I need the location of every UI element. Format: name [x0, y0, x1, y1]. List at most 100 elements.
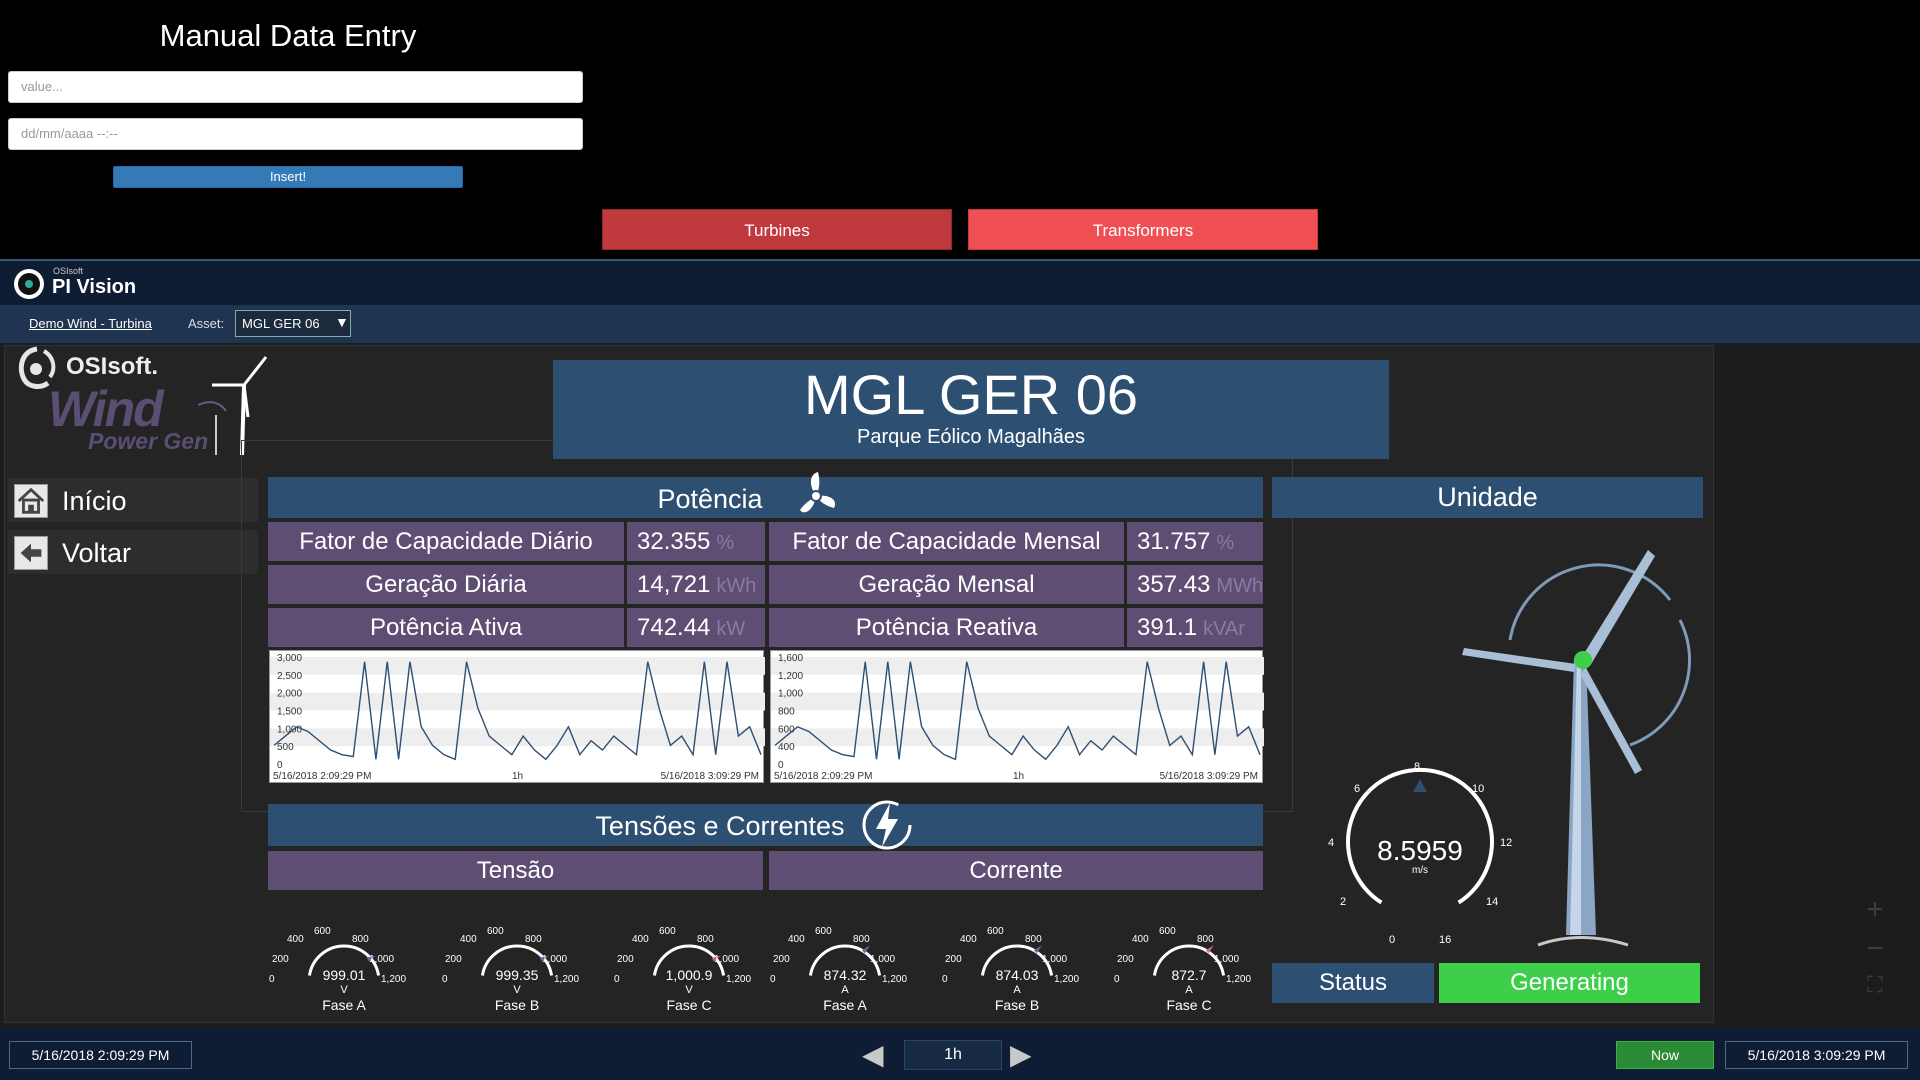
manual-entry-title: Manual Data Entry	[159, 18, 417, 53]
asset-select[interactable]: MGL GER 06	[235, 310, 351, 337]
gauge-tick-label: 1,000	[1042, 954, 1068, 965]
gauge-tick-label: 200	[445, 954, 462, 965]
gauge-tick-label: 400	[1132, 934, 1149, 945]
trend-y-tick: 0	[277, 760, 283, 771]
gauge-tick-label: 400	[788, 934, 805, 945]
trend-end-time: 5/16/2018 3:09:29 PM	[660, 771, 759, 782]
kpi-unit: kVAr	[1203, 618, 1245, 640]
gauge-tick-label: 800	[1025, 934, 1042, 945]
gauge-tick-label: 600	[659, 926, 676, 937]
kpi-unit: kWh	[716, 575, 757, 597]
gauge-value: 874.03	[995, 967, 1039, 983]
zoom-out-icon[interactable]: −	[1860, 932, 1890, 966]
gauge-tick-label: 400	[960, 934, 977, 945]
status-badge: Generating	[1439, 963, 1700, 1003]
gauge-corrente-fase-a[interactable]: 0 200 400 600 800 1,000 1,200 874.32 A Fase A	[770, 910, 920, 1020]
corrente-header: Corrente	[769, 851, 1263, 890]
gauge-tick-label: 1,000	[542, 954, 568, 965]
trend-plot: 1,600 1,200 1,000 800 600 400 0	[771, 653, 1264, 771]
gauge-phase-label: Fase C	[666, 997, 712, 1013]
kpi-label-fator-diario: Fator de Capacidade Diário	[268, 522, 624, 561]
gauge-phase-label: Fase A	[823, 997, 867, 1013]
kpi-number: 14,721	[637, 571, 711, 598]
now-button[interactable]: Now	[1616, 1041, 1714, 1069]
trend-start-time: 5/16/2018 2:09:29 PM	[273, 771, 372, 782]
gauge-phase-label: Fase B	[994, 997, 1040, 1013]
gauge-tick-label: 800	[525, 934, 542, 945]
kpi-number: 357.43	[1137, 571, 1211, 598]
kpi-label-potencia-reativa: Potência Reativa	[769, 608, 1124, 647]
time-forward-arrow-icon[interactable]: ▶	[1010, 1038, 1032, 1071]
trend-end-time: 5/16/2018 3:09:29 PM	[1159, 771, 1258, 782]
insert-button[interactable]: Insert!	[113, 166, 463, 188]
lightning-icon	[862, 800, 912, 850]
trend-y-tick: 2,000	[277, 689, 302, 700]
kpi-unit: MWh	[1216, 575, 1264, 597]
gauge-tick-label: 600	[987, 926, 1004, 937]
wind-tick: 2	[1340, 896, 1347, 908]
kpi-value-fator-mensal: 31.757%	[1127, 522, 1263, 561]
gauge-tick-label: 600	[314, 926, 331, 937]
gauge-value: 874.32	[823, 967, 867, 983]
transformers-button[interactable]: Transformers	[968, 209, 1318, 250]
vendor-label: OSIsoft	[53, 266, 84, 276]
unidade-header: Unidade	[1272, 477, 1703, 518]
gauge-tick-label: 800	[853, 934, 870, 945]
brand-osisoft: OSIsoft.	[66, 353, 159, 380]
gauge-phase-label: Fase C	[1166, 997, 1212, 1013]
gauge-corrente-fase-c[interactable]: 0 200 400 600 800 1,000 1,200 872.7 A Fase C	[1114, 910, 1264, 1020]
end-time-field[interactable]: 5/16/2018 3:09:29 PM	[1725, 1041, 1908, 1069]
gauge-tick-label: 400	[287, 934, 304, 945]
kpi-number: 742.44	[637, 614, 711, 641]
gauge-unit: A	[1013, 984, 1021, 996]
trend-y-tick: 1,000	[277, 724, 302, 735]
status-label: Status	[1272, 963, 1434, 1003]
value-input[interactable]: value...	[8, 71, 583, 103]
gauge-tensao-fase-b[interactable]: 0 200 400 600 800 1,000 1,200 999.35 V Fase B	[442, 910, 592, 1020]
gauge-tensao-fase-a[interactable]: 0 200 400 600 800 1,000 1,200 999.01 V Fase A	[269, 910, 419, 1020]
fit-to-screen-icon[interactable]: ⛶	[1860, 972, 1890, 998]
gauge-tick-label: 200	[272, 954, 289, 965]
gauge-tick-label: 600	[815, 926, 832, 937]
zoom-in-icon[interactable]: +	[1860, 893, 1890, 927]
kpi-label-fator-mensal: Fator de Capacidade Mensal	[769, 522, 1124, 561]
trend-potencia-reativa[interactable]: 1,600 1,200 1,000 800 600 400 0 5/16/2018 2:09…	[770, 650, 1264, 783]
time-back-arrow-icon[interactable]: ◀	[862, 1038, 884, 1071]
duration-field[interactable]: 1h	[904, 1040, 1002, 1070]
kpi-value-potencia-reativa: 391.1 kVAr	[1127, 608, 1263, 647]
kpi-number: 391.1	[1137, 614, 1198, 641]
kpi-label-geracao-diaria: Geração Diária	[268, 565, 624, 604]
gauge-tick-label: 600	[487, 926, 504, 937]
page-title: MGL GER 06	[803, 363, 1139, 426]
gauge-tensao-fase-c[interactable]: 0 200 400 600 800 1,000 1,200 1,000.9 V Fase C	[614, 910, 764, 1020]
kpi-unit: kW	[716, 618, 746, 640]
potencia-header: Potência	[657, 484, 763, 514]
gauge-corrente-fase-b[interactable]: 0 200 400 600 800 1,000 1,200 874.03 A Fase B	[942, 910, 1092, 1020]
kpi-value-geracao-diaria: 14,721 kWh	[627, 565, 765, 604]
app-name[interactable]: PI Vision	[52, 276, 136, 299]
gauge-value: 999.01	[322, 967, 366, 983]
turbines-button[interactable]: Turbines	[602, 209, 952, 250]
kpi-number: 31.757	[1137, 528, 1211, 555]
trend-y-tick: 0	[778, 760, 784, 771]
datetime-input[interactable]: dd/mm/aaaa --:--	[8, 118, 583, 150]
nav-inicio[interactable]: Início	[8, 478, 258, 522]
trend-duration: 1h	[1013, 771, 1025, 782]
trend-y-tick: 600	[778, 724, 795, 735]
trend-y-tick: 1,600	[778, 653, 803, 664]
trend-grid-band	[270, 692, 765, 711]
gauge-value: 999.35	[495, 967, 539, 983]
gauge-tick-label: 1,000	[870, 954, 896, 965]
trend-grid-band	[771, 657, 1264, 675]
nav-voltar[interactable]: Voltar	[8, 530, 258, 574]
breadcrumb-display-link[interactable]: Demo Wind - Turbina	[29, 316, 152, 331]
chevron-down-icon[interactable]: ▼	[335, 314, 349, 330]
gauge-unit: A	[1185, 984, 1193, 996]
gauge-tick-label: 600	[1159, 926, 1176, 937]
kpi-value-potencia-ativa: 742.44 kW	[627, 608, 765, 647]
gauge-tick-label: 200	[773, 954, 790, 965]
start-time-field[interactable]: 5/16/2018 2:09:29 PM	[9, 1041, 192, 1069]
gauge-tick-label: 800	[352, 934, 369, 945]
gauge-tick-label: 800	[697, 934, 714, 945]
trend-potencia-ativa[interactable]: 3,000 2,500 2,000 1,500 1,000 500 0 5/16/2018 …	[269, 650, 765, 783]
